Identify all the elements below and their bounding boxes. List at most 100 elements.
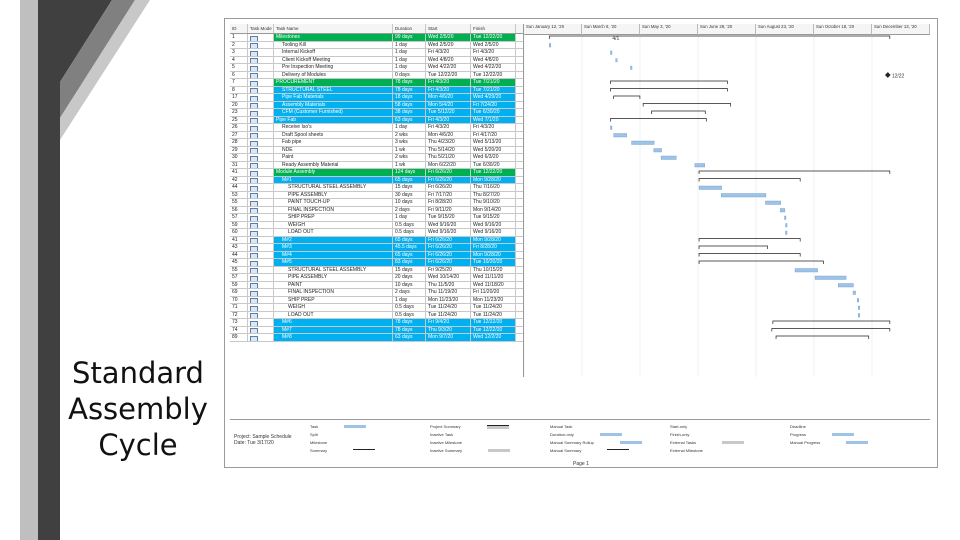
task-bar[interactable] — [765, 200, 781, 205]
task-bar[interactable] — [610, 50, 613, 55]
deadline-label: 12/22 — [892, 74, 905, 80]
task-bar[interactable] — [549, 43, 552, 48]
table-row[interactable]: 59 PAINT 10 days Thu 11/5/20 Wed 11/18/20 — [230, 281, 523, 289]
summary-bar[interactable] — [775, 335, 870, 339]
summary-bar[interactable] — [698, 238, 801, 242]
task-bar[interactable] — [694, 163, 705, 168]
table-row[interactable]: 44 STRUCTURAL STEEL ASSEMBLY 15 days Fri 6/… — [230, 184, 523, 192]
table-row[interactable]: 41 Module Assembly 124 days Fri 6/26/20 Tue … — [230, 169, 523, 177]
table-row[interactable]: 26 Receive Iso's 1 day Fri 4/3/20 Fri 4/3/20 — [230, 124, 523, 132]
summary-bar[interactable] — [548, 35, 891, 39]
table-row[interactable]: 55 PAINT TOUCH-UP 10 days Fri 8/28/20 Thu 9/… — [230, 199, 523, 207]
table-row[interactable]: 2 Tooling Kill 1 day Wed 2/5/20 Wed 2/5/20 — [230, 41, 523, 49]
task-bar[interactable] — [858, 313, 860, 318]
table-row[interactable]: 27 Draft Spool sheets 2 wks Mon 4/6/20 Fri 4… — [230, 131, 523, 139]
task-mode — [248, 34, 274, 41]
table-row[interactable]: 20 Assembly Materials 58 days Mon 5/4/20 Fri… — [230, 101, 523, 109]
summary-bar[interactable] — [642, 103, 731, 107]
table-row[interactable]: 30 Paint 2 wks Thu 5/21/20 Wed 6/3/20 — [230, 154, 523, 162]
table-row[interactable]: 69 FINAL INSPECTION 2 days Thu 11/19/20 Fri … — [230, 289, 523, 297]
task-bar[interactable] — [720, 193, 767, 198]
col-start-header[interactable]: Start — [426, 24, 471, 33]
task-bar[interactable] — [610, 125, 613, 130]
col-finish-header[interactable]: Finish — [471, 24, 516, 33]
table-row[interactable]: 28 Fab pipe 3 wks Thu 4/23/20 Wed 5/13/20 — [230, 139, 523, 147]
col-name-header[interactable]: Task Name — [274, 24, 393, 33]
summary-bar[interactable] — [698, 170, 891, 174]
auto-schedule-icon — [250, 80, 258, 86]
task-bar[interactable] — [814, 275, 847, 280]
table-row[interactable]: 29 NDE 1 wk Thu 5/14/20 Wed 5/20/20 — [230, 146, 523, 154]
table-row[interactable]: 25 Pipe Fab 63 days Fri 4/3/20 Wed 7/1/20 — [230, 116, 523, 124]
milestone-marker[interactable] — [884, 72, 891, 78]
summary-bar[interactable] — [698, 245, 768, 249]
task-bar[interactable] — [653, 148, 662, 153]
task-bar[interactable] — [785, 230, 788, 235]
table-row[interactable]: 41 M#2 65 days Fri 6/26/20 Mon 9/28/20 — [230, 236, 523, 244]
table-row[interactable]: 43 M#3 45.5 days Fri 6/26/20 Fri 8/28/20 — [230, 244, 523, 252]
summary-bar[interactable] — [610, 88, 728, 92]
auto-schedule-icon — [250, 313, 258, 318]
task-bar[interactable] — [785, 223, 788, 228]
task-bar[interactable] — [794, 268, 818, 273]
table-row[interactable]: 57 SHIP PREP 1 day Tue 9/15/20 Tue 9/15/20 — [230, 214, 523, 222]
task-bar[interactable] — [615, 58, 618, 63]
table-row[interactable]: 23 CFM (Customer Furnished) 38 days Tue 5/1… — [230, 109, 523, 117]
table-row[interactable]: 56 FINAL INSPECTION 2 days Fri 9/11/20 Mon 9… — [230, 206, 523, 214]
legend-label: Summary — [310, 448, 328, 453]
task-start: Thu 11/19/20 — [426, 289, 471, 296]
table-row[interactable]: 8 STRUCTURAL STEEL 78 days Fri 4/3/20 Tue 7/… — [230, 86, 523, 94]
table-row[interactable]: 57 PIPE ASSEMBLY 20 days Wed 10/14/20 Wed 11… — [230, 274, 523, 282]
summary-bar[interactable] — [698, 253, 801, 257]
summary-bar[interactable] — [613, 95, 641, 99]
summary-bar[interactable] — [698, 178, 801, 182]
col-duration-header[interactable]: Duration — [393, 24, 426, 33]
task-bar[interactable] — [660, 155, 677, 160]
table-row[interactable]: 6 Delivery of Modules 0 days Tue 12/22/20 Tu… — [230, 71, 523, 79]
table-row[interactable]: 17 Pipe Fab Materials 18 days Mon 4/6/20 Wed… — [230, 94, 523, 102]
task-bar[interactable] — [698, 185, 722, 190]
table-row[interactable]: 60 LOAD OUT 0.5 days Wed 9/16/20 Wed 9/16/20 — [230, 229, 523, 237]
task-mode — [248, 274, 274, 281]
task-bar[interactable] — [852, 290, 856, 295]
task-bar[interactable] — [858, 305, 860, 310]
legend-item: Deadline — [790, 424, 854, 429]
summary-bar[interactable] — [651, 110, 706, 114]
table-row[interactable]: 1 Milestones 99 days Wed 2/5/20 Tue 12/22/20 — [230, 34, 523, 42]
legend-swatch — [598, 425, 620, 428]
table-row[interactable]: 31 Ready Assembly Material 1 wk Mon 6/22/20… — [230, 161, 523, 169]
table-row[interactable]: 45 M#5 83 days Fri 6/26/20 Tue 10/20/20 — [230, 259, 523, 267]
table-row[interactable]: 59 WEIGH 0.5 days Wed 9/16/20 Wed 9/16/20 — [230, 221, 523, 229]
table-row[interactable]: 53 PIPE ASSEMBLY 30 days Fri 7/17/20 Thu 8/2… — [230, 191, 523, 199]
table-row[interactable]: 70 SHIP PREP 1 day Mon 11/23/20 Mon 11/23/20 — [230, 296, 523, 304]
task-bar[interactable] — [857, 298, 859, 303]
task-bar[interactable] — [613, 133, 627, 138]
task-bar[interactable] — [784, 215, 787, 220]
legend: Project: Sample Schedule Date: Tue 3/17/… — [230, 419, 930, 458]
summary-bar[interactable] — [610, 118, 707, 122]
table-row[interactable]: 7 PROCUREMENT 78 days Fri 4/3/20 Tue 7/21/20 — [230, 79, 523, 87]
summary-bar[interactable] — [698, 260, 824, 264]
project-date: Date: Tue 3/17/20 — [234, 440, 274, 446]
task-bar[interactable] — [838, 283, 854, 288]
table-row[interactable]: 89 M#8 63 days Mon 9/7/20 Wed 12/2/20 — [230, 334, 523, 342]
table-row[interactable]: 44 M#4 65 days Fri 6/26/20 Mon 9/28/20 — [230, 251, 523, 259]
summary-bar[interactable] — [772, 320, 891, 324]
table-row[interactable]: 4 Client Kickoff Meeting 1 day Wed 4/8/20 We… — [230, 56, 523, 64]
table-header: ID Task Mode Task Name Duration Start Fi… — [230, 24, 523, 34]
table-row[interactable]: 72 LOAD OUT 0.5 days Tue 11/24/20 Tue 11/24/… — [230, 311, 523, 319]
task-bar[interactable] — [631, 140, 655, 145]
table-row[interactable]: 73 M#6 78 days Fri 9/4/20 Tue 12/22/20 — [230, 319, 523, 327]
table-row[interactable]: 71 WEIGH 0.5 days Tue 11/24/20 Tue 11/24/20 — [230, 304, 523, 312]
table-row[interactable]: 5 Pre Inspection Meeting 1 day Wed 4/22/20 W… — [230, 64, 523, 72]
table-row[interactable]: 55 STRUCTURAL STEEL ASSEMBLY 15 days Fri 9/… — [230, 266, 523, 274]
table-row[interactable]: 74 M#7 78 days Thu 9/3/20 Tue 12/22/20 — [230, 326, 523, 334]
table-row[interactable]: 3 Internal Kickoff 1 day Fri 4/3/20 Fri 4/3/… — [230, 49, 523, 57]
summary-bar[interactable] — [610, 80, 728, 84]
page-number: Page 1 — [573, 461, 589, 467]
task-bar[interactable] — [780, 208, 786, 213]
task-bar[interactable] — [630, 65, 633, 70]
col-id-header[interactable]: ID — [230, 24, 248, 33]
table-row[interactable]: 42 M#1 65 days Fri 6/26/20 Mon 9/28/20 — [230, 176, 523, 184]
col-mode-header[interactable]: Task Mode — [248, 24, 274, 33]
